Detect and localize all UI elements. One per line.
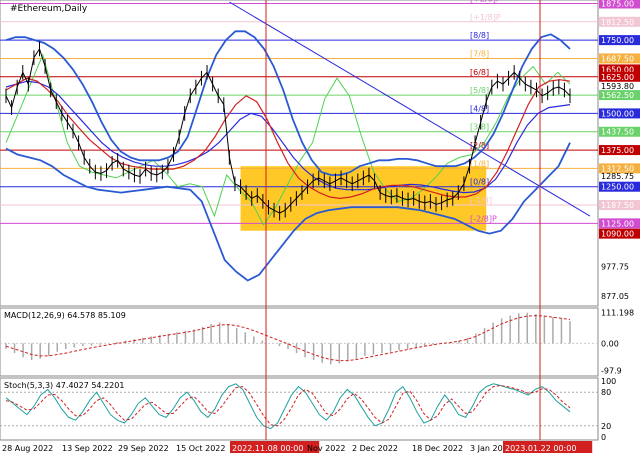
price-axis-label: 1875.00 — [601, 0, 634, 8]
price-axis-label: 1090.00 — [601, 230, 634, 239]
murrey-level-label: [+1/8]P — [470, 13, 501, 22]
x-axis-label: 2022.11.08 00:00 — [232, 444, 303, 453]
price-axis-label: 1687.50 — [601, 54, 634, 63]
price-axis-label: 1187.50 — [601, 201, 634, 210]
x-axis-label: 29 Sep 2022 — [118, 444, 169, 453]
price-axis-label: 1625.00 — [601, 73, 634, 82]
chart-title: #Ethereum,Daily — [10, 4, 88, 14]
macd-axis-label: 0.00 — [601, 339, 619, 348]
x-axis-label: Nov 2022 — [307, 444, 346, 453]
price-axis-label: 1562.50 — [601, 91, 634, 100]
price-axis-label: 1125.00 — [601, 219, 634, 228]
price-axis-label: 977.75 — [601, 263, 629, 272]
chart-root: [+2/8]P[+1/8]P[8/8][7/8][6/8][5/8][4/8][… — [0, 0, 640, 457]
murrey-level-label: [0/8] — [470, 178, 489, 187]
stoch-axis-label: 80 — [601, 388, 611, 397]
murrey-level-label: [-2/8]P — [470, 214, 497, 223]
price-axis-label: 1437.50 — [601, 128, 634, 137]
x-axis-label: 28 Aug 2022 — [2, 444, 53, 453]
murrey-level-label: [7/8] — [470, 49, 489, 58]
murrey-level-label: [-1/8] — [470, 196, 492, 205]
murrey-level-label: [+2/8]P — [470, 0, 501, 3]
price-axis-label: 1375.00 — [601, 146, 634, 155]
murrey-level-label: [1/8] — [470, 159, 489, 168]
price-axis-label: 1250.00 — [601, 183, 634, 192]
x-axis-label: 18 Dec 2022 — [412, 444, 463, 453]
chart-svg: [+2/8]P[+1/8]P[8/8][7/8][6/8][5/8][4/8][… — [0, 0, 640, 457]
stoch-axis-label: 100 — [601, 377, 616, 386]
macd-axis-label: 111.198 — [601, 308, 634, 317]
x-axis-label: 2 Dec 2022 — [352, 444, 398, 453]
x-axis-label: 13 Sep 2022 — [62, 444, 113, 453]
stoch-axis-label: 0 — [601, 433, 606, 442]
macd-axis-label: -97.9 — [601, 367, 622, 376]
x-axis-label: 15 Oct 2022 — [176, 444, 225, 453]
murrey-level-label: [5/8] — [470, 86, 489, 95]
price-axis-label: 1750.00 — [601, 36, 634, 45]
murrey-level-label: [6/8] — [470, 68, 489, 77]
price-axis-label: 877.05 — [601, 292, 629, 301]
price-axis-label: 1500.00 — [601, 109, 634, 118]
stoch-title: Stoch(5,3,3) 47.4027 54.2201 — [4, 381, 124, 390]
price-axis-label: 1285.75 — [601, 172, 634, 181]
macd-title: MACD(12,26,9) 64.578 85.109 — [4, 311, 126, 320]
stoch-axis-label: 20 — [601, 422, 611, 431]
price-axis-label: 1593.80 — [601, 82, 634, 91]
murrey-level-label: [8/8] — [470, 31, 489, 40]
x-axis-label: 2023.01.22 00:00 — [505, 444, 576, 453]
price-axis-label: 1812.50 — [601, 18, 634, 27]
